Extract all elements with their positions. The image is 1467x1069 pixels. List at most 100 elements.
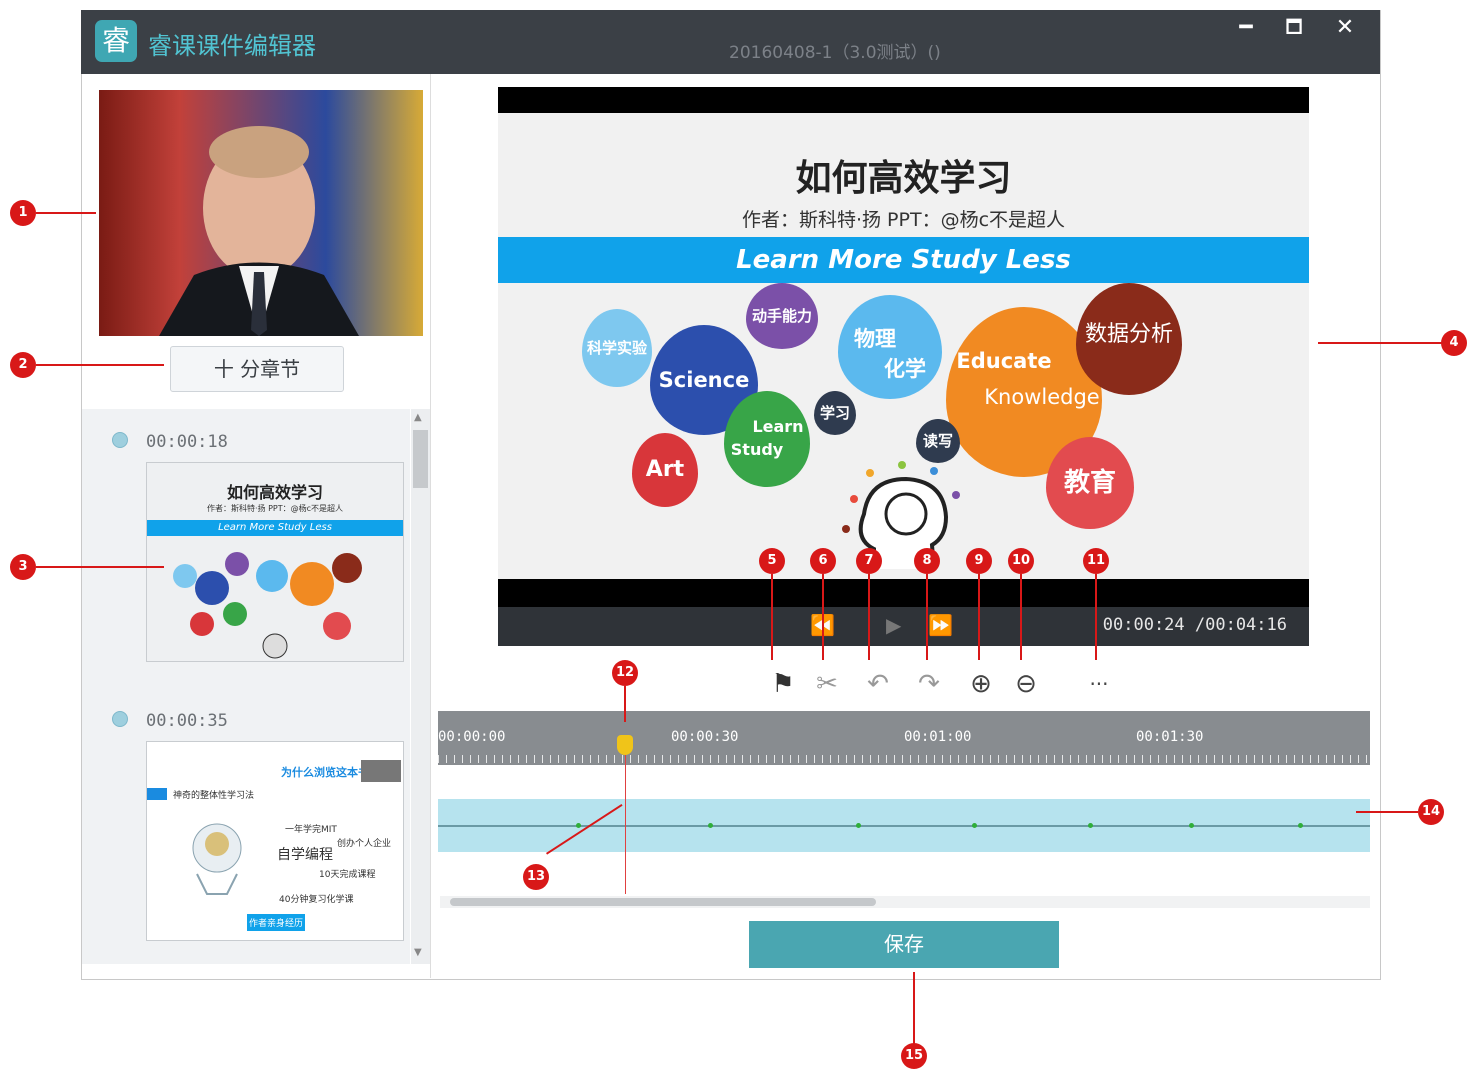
bubble-text: Study bbox=[730, 440, 784, 459]
ruler-tick-label: 00:00:30 bbox=[671, 729, 739, 745]
thumb-head-icon bbox=[192, 823, 242, 895]
annotation-marker: 13 bbox=[523, 864, 549, 890]
annotation-arrow bbox=[36, 212, 96, 214]
track-marker[interactable] bbox=[708, 823, 713, 828]
ruler-tick-label: 00:00:00 bbox=[438, 729, 506, 745]
slide-top-bar bbox=[498, 87, 1309, 113]
annotation-arrow bbox=[624, 686, 626, 722]
bubble-read-write: 读写 bbox=[916, 419, 960, 463]
scroll-up-icon[interactable]: ▲ bbox=[414, 412, 422, 423]
redo-button[interactable]: ↷ bbox=[913, 667, 945, 701]
bubble-education: 教育 bbox=[1046, 437, 1134, 529]
timeline-ruler[interactable]: 00:00:00 00:00:30 00:01:00 00:01:30 bbox=[438, 711, 1370, 765]
thumb-subtitle: 作者：斯科特·扬 PPT：@杨c不是超人 bbox=[206, 504, 344, 513]
chapter-list-scroll-thumb[interactable] bbox=[413, 430, 428, 488]
annotation-arrow bbox=[1095, 574, 1097, 660]
presenter-video bbox=[99, 90, 423, 336]
bubble-learn-cn: 学习 bbox=[814, 391, 856, 435]
cut-button[interactable]: ✂ bbox=[811, 667, 843, 701]
annotation-arrow bbox=[822, 574, 824, 660]
ruler-minor-ticks bbox=[438, 755, 1370, 763]
chapter-thumbnail[interactable]: 如何高效学习 作者：斯科特·扬 PPT：@杨c不是超人 Learn More S… bbox=[146, 462, 404, 662]
save-button[interactable]: 保存 bbox=[749, 921, 1059, 968]
timeline-scroll-thumb[interactable] bbox=[450, 898, 876, 906]
annotation-marker: 6 bbox=[810, 548, 836, 574]
slide-banner: Learn More Study Less bbox=[498, 237, 1309, 283]
more-button[interactable]: ··· bbox=[1083, 667, 1115, 701]
zoom-in-button[interactable]: ⊕ bbox=[965, 667, 997, 701]
undo-button[interactable]: ↶ bbox=[862, 667, 894, 701]
annotation-marker: 5 bbox=[759, 548, 785, 574]
playhead-handle[interactable] bbox=[617, 735, 633, 755]
track-marker[interactable] bbox=[1298, 823, 1303, 828]
slide-bottom-bar bbox=[498, 579, 1309, 607]
slide-preview: 如何高效学习 作者：斯科特·扬 PPT：@杨c不是超人 Learn More S… bbox=[498, 87, 1309, 646]
thumb-band: Learn More Study Less bbox=[147, 520, 403, 536]
thumb-decor bbox=[361, 760, 401, 782]
bubble-learn-study: Learn Study bbox=[724, 391, 810, 487]
bubble-data-analysis: 数据分析 bbox=[1076, 283, 1182, 395]
thumb-title: 如何高效学习 bbox=[226, 483, 323, 502]
bubble-science-experiment: 科学实验 bbox=[582, 309, 652, 387]
annotation-marker: 1 bbox=[10, 200, 36, 226]
annotation-arrow bbox=[1318, 342, 1442, 344]
minimize-button[interactable]: ━ bbox=[1226, 14, 1266, 42]
chapter-dot-icon bbox=[112, 711, 128, 727]
annotation-marker: 2 bbox=[10, 352, 36, 378]
slide-banner-text: Learn More Study Less bbox=[736, 245, 1071, 275]
chapter-dot-icon bbox=[112, 432, 128, 448]
ruler-tick-label: 00:01:30 bbox=[1136, 729, 1204, 745]
bubble-text: 物理 bbox=[854, 327, 896, 351]
track-marker[interactable] bbox=[576, 823, 581, 828]
slide-subtitle: 作者：斯科特·扬 PPT：@杨c不是超人 bbox=[741, 209, 1066, 231]
maximize-button[interactable]: 🗖 bbox=[1274, 14, 1314, 42]
thumb-line: 10天完成课程 bbox=[319, 870, 376, 880]
bubble-art: Art bbox=[632, 433, 698, 507]
zoom-out-button[interactable]: ⊖ bbox=[1010, 667, 1042, 701]
thumb-bubbles bbox=[173, 552, 362, 659]
annotation-marker: 10 bbox=[1008, 548, 1034, 574]
thumb-line: 40分钟复习化学课 bbox=[279, 895, 354, 905]
add-chapter-button[interactable]: 十 分章节 bbox=[170, 346, 344, 392]
track-marker[interactable] bbox=[856, 823, 861, 828]
annotation-marker: 4 bbox=[1441, 330, 1467, 356]
annotation-marker: 14 bbox=[1418, 799, 1444, 825]
annotation-marker: 8 bbox=[914, 548, 940, 574]
app-logo-icon: 睿 bbox=[95, 20, 137, 62]
bubble-text: Educate bbox=[956, 349, 1052, 373]
player-controls: ⏪ ▶ ⏩ 00:00:24 /00:04:16 bbox=[498, 607, 1309, 646]
play-button[interactable]: ▶ bbox=[886, 613, 901, 637]
annotation-arrow bbox=[1356, 811, 1418, 813]
app-title: 睿课课件编辑器 bbox=[148, 32, 316, 60]
thumb-decor bbox=[147, 788, 167, 800]
document-title: 20160408-1（3.0测试）() bbox=[729, 43, 941, 63]
chapter-time: 00:00:35 bbox=[146, 711, 228, 731]
thumb-line: 作者亲身经历 bbox=[247, 914, 306, 931]
thumb-line: 神奇的整体性学习法 bbox=[173, 791, 255, 801]
annotation-marker: 12 bbox=[612, 660, 638, 686]
track-marker[interactable] bbox=[1189, 823, 1194, 828]
bubble-physics-chem: 物理 化学 bbox=[838, 295, 942, 399]
brain-head-icon bbox=[842, 461, 960, 570]
annotation-arrow bbox=[771, 574, 773, 660]
chapter-list-scrollbar[interactable] bbox=[411, 409, 430, 964]
annotation-arrow bbox=[36, 364, 164, 366]
slide-title: 如何高效学习 bbox=[795, 158, 1012, 199]
thumb-line: 一年学完MIT bbox=[285, 825, 337, 835]
annotation-marker: 3 bbox=[10, 554, 36, 580]
chapter-thumbnail[interactable]: 为什么浏览这本书 神奇的整体性学习法 一年学完MIT 创办个人企业 自学编程 1… bbox=[146, 741, 404, 941]
annotation-arrow bbox=[1020, 574, 1022, 660]
presenter-portrait bbox=[159, 126, 359, 336]
track-marker[interactable] bbox=[972, 823, 977, 828]
scroll-down-icon[interactable]: ▼ bbox=[414, 947, 422, 958]
playback-time: 00:00:24 /00:04:16 bbox=[1102, 615, 1287, 635]
annotation-arrow bbox=[926, 574, 928, 660]
ruler-tick-label: 00:01:00 bbox=[904, 729, 972, 745]
close-button[interactable]: ✕ bbox=[1325, 14, 1365, 42]
track-marker[interactable] bbox=[1088, 823, 1093, 828]
flag-button[interactable]: ⚑ bbox=[767, 667, 799, 701]
annotation-marker: 11 bbox=[1083, 548, 1109, 574]
annotation-arrow bbox=[36, 566, 164, 568]
annotation-marker: 15 bbox=[901, 1043, 927, 1069]
forward-button[interactable]: ⏩ bbox=[928, 613, 953, 637]
